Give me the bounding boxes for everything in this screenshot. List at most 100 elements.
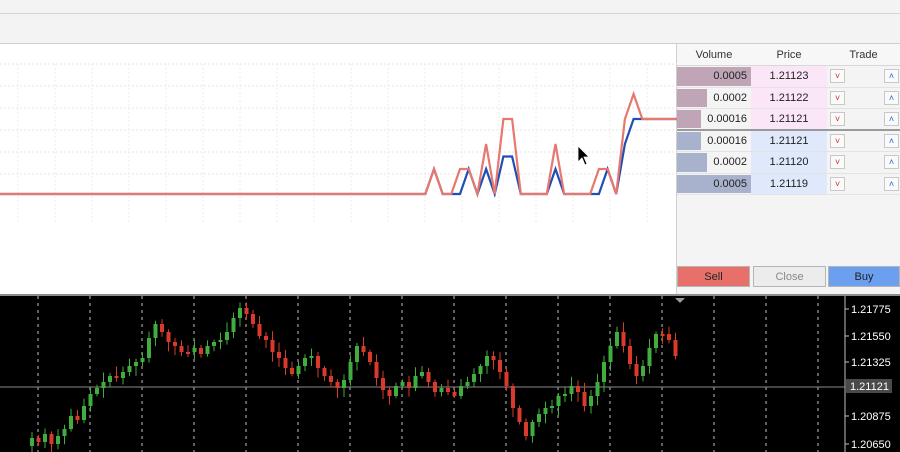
dom-row-ask: 0.0005 1.21123 ˅ ˄: [677, 66, 900, 88]
chevron-down-icon[interactable]: ˅: [830, 90, 845, 105]
candle-body: [595, 382, 600, 396]
volume-value: 0.00016: [707, 134, 747, 147]
candle-body: [30, 438, 34, 446]
mouse-cursor-icon: [577, 145, 590, 166]
candle-body: [530, 422, 535, 436]
axis-tick-label: 1.20650: [851, 439, 891, 451]
candle-body: [199, 348, 203, 354]
candle-body: [192, 348, 197, 352]
volume-bar: [677, 153, 707, 172]
candle-body: [114, 376, 119, 378]
dom-row-bid: 0.0002 1.21120 ˅ ˄: [677, 152, 900, 174]
candle-body: [69, 416, 73, 429]
candle-body: [270, 340, 275, 352]
volume-cell: 0.0005: [677, 66, 751, 87]
candle-body: [251, 314, 255, 324]
volume-bar: [677, 131, 701, 150]
close-button[interactable]: Close: [753, 266, 826, 287]
axis-tick-label: 1.21325: [851, 357, 891, 369]
candlestick-chart: 1.21775 1.21550 1.21325 1.21121 1.20875 1.206…: [0, 296, 892, 452]
price-value: 1.21121: [751, 109, 827, 129]
buy-limit-cell: ˄: [881, 109, 900, 129]
price-value: 1.21120: [751, 152, 827, 173]
candle-body: [218, 340, 223, 342]
chevron-down-icon[interactable]: ˅: [830, 69, 845, 83]
dom-header: Volume Price Trade: [677, 44, 900, 66]
sell-limit-cell: ˅: [827, 109, 849, 129]
dom-row-ask: 0.0002 1.21122 ˅ ˄: [677, 87, 900, 109]
candle-body: [563, 394, 567, 396]
tick-chart: [0, 63, 677, 222]
candle-body: [426, 372, 431, 382]
chevron-up-icon[interactable]: ˄: [884, 90, 899, 105]
candle-body: [212, 342, 216, 346]
candle-body: [56, 436, 60, 444]
candle-body: [62, 429, 67, 436]
candle-body: [478, 366, 483, 374]
candle-body: [459, 386, 463, 396]
buy-limit-cell: ˄: [881, 131, 900, 152]
chevron-up-icon[interactable]: ˄: [884, 69, 899, 83]
price-chart-panel: 1.21775 1.21550 1.21325 1.21121 1.20875 1.206…: [0, 294, 900, 452]
candle-body: [368, 352, 372, 362]
candle-body: [166, 332, 171, 342]
chevron-up-icon[interactable]: ˄: [884, 176, 899, 191]
chevron-up-icon[interactable]: ˄: [884, 112, 899, 126]
candle-body: [225, 332, 229, 340]
candle-body: [108, 376, 112, 382]
sell-limit-cell: ˅: [827, 131, 849, 152]
buy-limit-cell: ˄: [881, 88, 900, 109]
candle-body: [355, 346, 359, 362]
volume-cell: 0.0002: [677, 152, 751, 173]
candle-body: [394, 386, 398, 396]
price-value: 1.21122: [751, 87, 827, 108]
candle-body: [387, 390, 392, 396]
chevron-down-icon[interactable]: ˅: [830, 112, 845, 126]
candle-body: [374, 362, 379, 378]
chevron-down-icon[interactable]: ˅: [830, 155, 845, 169]
candle-body: [238, 308, 242, 318]
candle-body: [153, 324, 158, 338]
candle-body: [641, 366, 645, 376]
candle-body: [127, 366, 132, 372]
candle-body: [569, 386, 574, 394]
candle-body: [420, 372, 424, 376]
current-price-label: 1.21121: [850, 381, 889, 393]
candle-body: [413, 376, 418, 388]
candle-body: [140, 358, 145, 362]
candle-body: [361, 346, 366, 352]
candle-body: [517, 408, 522, 422]
price-value: 1.21123: [751, 66, 827, 87]
sell-button[interactable]: Sell: [677, 266, 750, 287]
column-trade-header: Trade: [849, 49, 878, 61]
volume-value: 0.0002: [713, 156, 747, 168]
candle-body: [537, 414, 541, 422]
window-toolbar: [0, 0, 900, 44]
buy-limit-cell: ˄: [881, 152, 900, 173]
candle-body: [290, 368, 294, 374]
candle-body: [543, 408, 548, 414]
candle-body: [491, 356, 496, 360]
chevron-up-icon[interactable]: ˄: [884, 133, 899, 148]
candle-body: [49, 434, 54, 444]
candle-body: [257, 324, 262, 336]
chevron-down-icon[interactable]: ˅: [830, 133, 845, 148]
candle-body: [348, 362, 353, 380]
candle-body: [322, 368, 327, 376]
candle-body: [498, 360, 502, 372]
chevron-up-icon[interactable]: ˄: [884, 155, 899, 169]
candle-body: [342, 380, 346, 388]
candle-body: [316, 356, 320, 368]
buy-button[interactable]: Buy: [828, 266, 900, 287]
candle-body: [654, 334, 658, 348]
dom-row-ask: 0.00016 1.21121 ˅ ˄: [677, 109, 900, 131]
column-price-header: Price: [776, 49, 802, 61]
volume-value: 0.00016: [707, 113, 747, 125]
dom-rows: 0.0005 1.21123 ˅ ˄ 0.0002 1.21122 ˅ ˄ 0.00016 1.2…: [677, 66, 900, 195]
candle-body: [582, 392, 587, 406]
candle-body: [82, 406, 86, 420]
volume-cell: 0.0002: [677, 88, 751, 109]
candle-body: [121, 372, 125, 378]
candle-body: [134, 362, 138, 366]
chevron-down-icon[interactable]: ˅: [830, 176, 845, 191]
